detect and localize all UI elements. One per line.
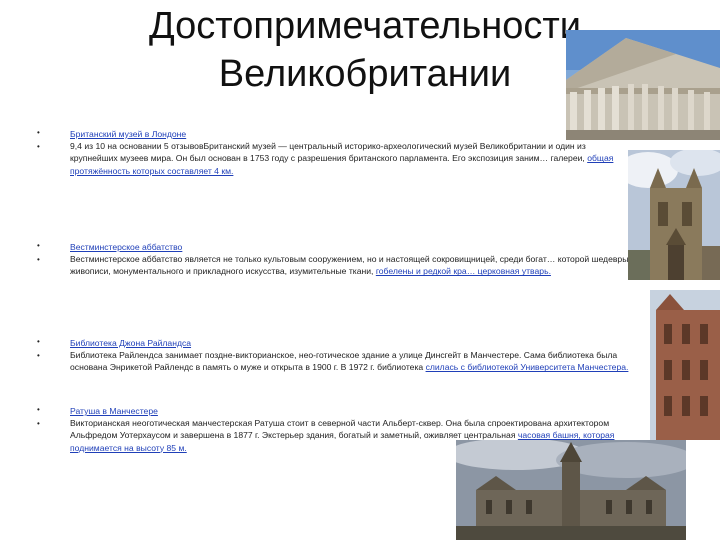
westminster-inline-link[interactable]: гобелены и редкой кра… церковная утварь. [376, 266, 551, 276]
bullet-1b: • [37, 142, 40, 151]
westminster-abbey-photo [628, 150, 720, 280]
slide-title-line1: Достопримечательности [148, 5, 581, 47]
rylands-inline-link[interactable]: слилась с библиотекой Университета Манче… [426, 362, 629, 372]
section-rylands: Библиотека Джона Райландса Библиотека Ра… [70, 337, 630, 374]
slide-title-line2: Великобритании [218, 53, 512, 95]
bullet-4a: • [37, 405, 40, 414]
bullet-2a: • [37, 241, 40, 250]
british-museum-link[interactable]: Британский музей в Лондоне [70, 129, 186, 139]
rylands-library-photo [650, 290, 720, 440]
town-hall-link[interactable]: Ратуша в Манчестере [70, 406, 158, 416]
rylands-link[interactable]: Библиотека Джона Райландса [70, 338, 191, 348]
slide-title: Достопримечательности Великобритании [120, 2, 610, 98]
british-museum-photo [566, 30, 720, 140]
bullet-4b: • [37, 419, 40, 428]
section-westminster: Вестминстерское аббатство Вестминстерско… [70, 241, 630, 278]
bullet-3a: • [37, 337, 40, 346]
manchester-town-hall-photo [456, 440, 686, 540]
bullet-3b: • [37, 351, 40, 360]
bullet-2b: • [37, 255, 40, 264]
british-museum-rating: 9,4 из 10 на основании 5 отзывов [70, 141, 204, 152]
westminster-link[interactable]: Вестминстерское аббатство [70, 242, 182, 252]
section-british-museum: Британский музей в Лондоне 9,4 из 10 на … [70, 128, 630, 177]
bullet-1a: • [37, 128, 40, 137]
section-town-hall: Ратуша в Манчестере Викторианская неогот… [70, 405, 630, 454]
